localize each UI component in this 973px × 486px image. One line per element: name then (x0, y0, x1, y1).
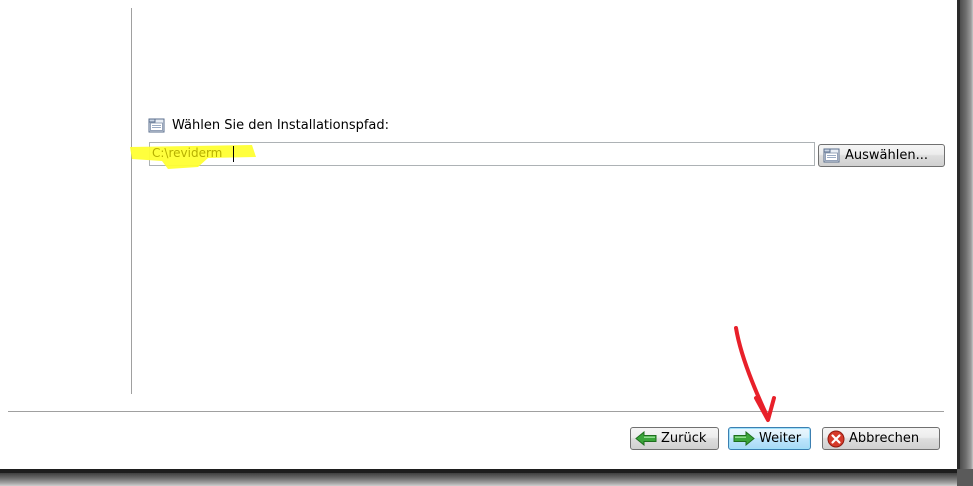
green-arrow-left-icon (635, 431, 657, 446)
next-button[interactable]: Weiter (728, 427, 811, 450)
footer-divider (8, 411, 944, 412)
window-frame-bottom (0, 469, 973, 486)
next-button-label: Weiter (759, 431, 802, 446)
browse-button-label: Auswählen... (845, 148, 928, 163)
install-path-label-row: Wählen Sie den Installationspfad: (148, 115, 389, 135)
back-button[interactable]: Zurück (630, 427, 719, 450)
install-path-label: Wählen Sie den Installationspfad: (172, 117, 390, 133)
cancel-button-label: Abbrechen (849, 431, 920, 446)
sidebar-divider (131, 8, 132, 394)
folder-icon (148, 117, 166, 133)
install-path-field[interactable] (149, 142, 815, 166)
green-arrow-right-icon (733, 431, 755, 446)
back-button-label: Zurück (661, 431, 707, 446)
installer-window: Wählen Sie den Installationspfad: C:\rev… (0, 0, 973, 486)
text-caret (233, 146, 234, 162)
browse-button[interactable]: Auswählen... (818, 144, 945, 167)
window-frame-right (957, 0, 973, 486)
red-x-icon (827, 430, 845, 447)
window-frame-corner (957, 469, 973, 486)
cancel-button[interactable]: Abbrechen (822, 427, 940, 450)
folder-icon (823, 148, 840, 163)
